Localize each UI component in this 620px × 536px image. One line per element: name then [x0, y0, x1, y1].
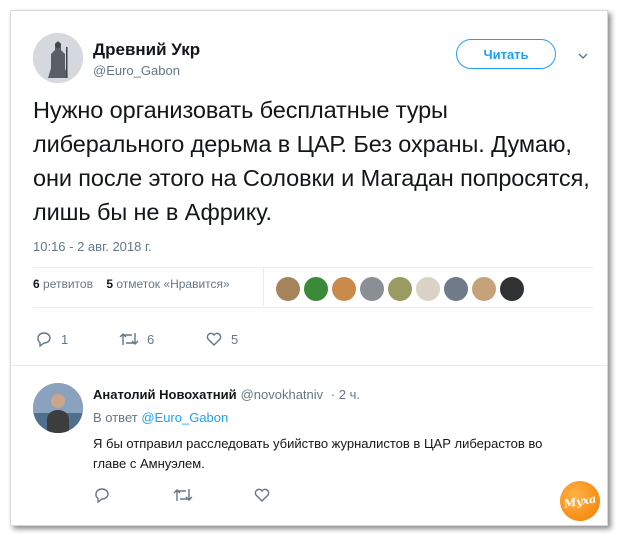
reply-time[interactable]: · 2 ч. [331, 387, 360, 402]
follow-button[interactable]: Читать [456, 39, 556, 69]
retweet-icon [119, 333, 139, 345]
reply-header: Анатолий Новохатний @novokhatniv · 2 ч. [93, 387, 360, 402]
retweet-button[interactable]: 6 [119, 329, 154, 349]
like-icon [254, 488, 270, 502]
reply-mention-link[interactable]: @Euro_Gabon [141, 410, 228, 425]
retweet-icon [173, 489, 193, 501]
liker-avatar[interactable] [499, 276, 525, 302]
reply-count: 1 [61, 331, 69, 347]
liker-avatar[interactable] [387, 276, 413, 302]
liker-avatar[interactable] [331, 276, 357, 302]
tweet-stats: 6 ретвитов 5 отметок «Нравится» [33, 277, 240, 291]
like-button[interactable]: 5 [205, 329, 238, 349]
reply-author-handle[interactable]: @novokhatniv [241, 387, 324, 402]
tweet-text: Нужно организовать бесплатные туры либер… [33, 97, 590, 225]
liker-avatar[interactable] [303, 276, 329, 302]
author-handle[interactable]: @Euro_Gabon [93, 63, 180, 78]
reply-reply-button[interactable] [93, 485, 119, 505]
retweet-count: 6 [147, 331, 155, 347]
reply-retweet-button[interactable] [173, 485, 201, 505]
liker-avatar[interactable] [443, 276, 469, 302]
tweet-timestamp[interactable]: 10:16 - 2 авг. 2018 г. [33, 239, 152, 254]
reply-icon [95, 488, 109, 504]
reply-to-line: В ответ @Euro_Gabon [93, 410, 228, 425]
tweet-card: Древний Укр @Euro_Gabon Читать Нужно орг… [10, 10, 608, 526]
retweets-label: ретвитов [43, 277, 93, 291]
reply-button[interactable]: 1 [35, 329, 68, 349]
stats-separator [263, 268, 264, 306]
watermark-logo: Муха [556, 477, 604, 525]
retweets-count: 6 [33, 277, 40, 291]
divider [11, 365, 607, 366]
divider [33, 267, 593, 268]
author-avatar[interactable] [33, 33, 83, 83]
reply-author-name[interactable]: Анатолий Новохатний [93, 387, 237, 402]
like-icon [206, 332, 222, 346]
reply-icon [37, 332, 51, 348]
liker-avatar[interactable] [415, 276, 441, 302]
reply-text: Я бы отправил расследовать убийство журн… [93, 436, 543, 471]
author-name[interactable]: Древний Укр [93, 40, 200, 60]
reply-author-avatar[interactable] [33, 383, 83, 433]
reply-prefix: В ответ [93, 410, 138, 425]
chevron-down-icon[interactable] [578, 51, 588, 61]
liker-avatar[interactable] [359, 276, 385, 302]
liker-avatar[interactable] [275, 276, 301, 302]
likes-stat[interactable]: 5 отметок «Нравится» [106, 277, 229, 291]
like-count: 5 [231, 331, 239, 347]
likes-count: 5 [106, 277, 113, 291]
liker-avatar[interactable] [471, 276, 497, 302]
reply-like-button[interactable] [253, 485, 279, 505]
retweets-stat[interactable]: 6 ретвитов [33, 277, 93, 291]
divider [33, 307, 593, 308]
likes-label: отметок «Нравится» [116, 277, 230, 291]
